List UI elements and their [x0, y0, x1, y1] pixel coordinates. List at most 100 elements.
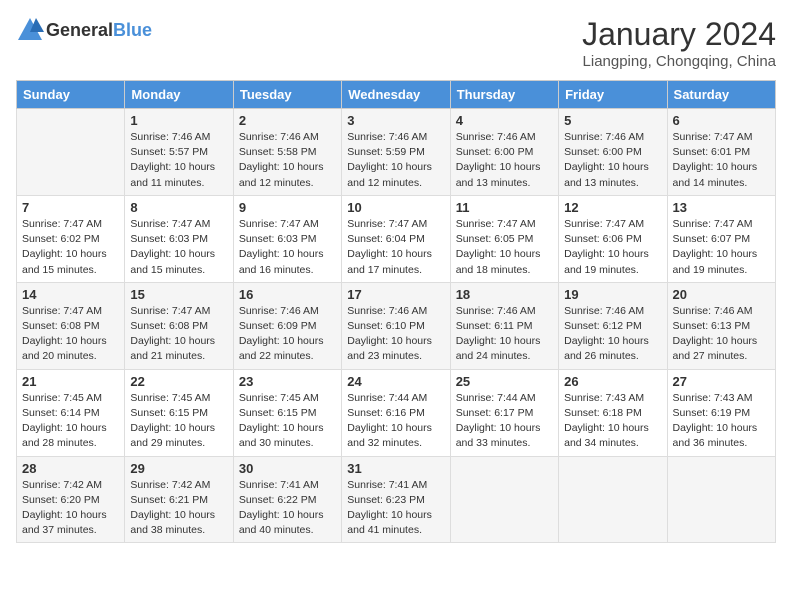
calendar-day-cell: 8 Sunrise: 7:47 AM Sunset: 6:03 PM Daylig…	[125, 195, 233, 282]
day-info: Sunrise: 7:42 AM Sunset: 6:20 PM Dayligh…	[22, 478, 119, 539]
calendar-day-cell: 3 Sunrise: 7:46 AM Sunset: 5:59 PM Daylig…	[342, 109, 450, 196]
day-number: 22	[130, 374, 227, 389]
day-number: 21	[22, 374, 119, 389]
day-number: 17	[347, 287, 444, 302]
calendar-day-cell: 15 Sunrise: 7:47 AM Sunset: 6:08 PM Dayli…	[125, 282, 233, 369]
calendar-day-header: Friday	[559, 81, 667, 109]
day-number: 19	[564, 287, 661, 302]
logo: GeneralBlue	[16, 16, 152, 44]
calendar-day-cell: 24Sunrise: 7:44 AM Sunset: 6:16 PM Dayli…	[342, 369, 450, 456]
calendar-week-row: 1Sunrise: 7:46 AM Sunset: 5:57 PM Daylig…	[17, 109, 776, 196]
day-number: 4	[456, 113, 553, 128]
day-number: 15	[130, 287, 227, 302]
day-number: 11	[456, 200, 553, 215]
calendar-day-header: Thursday	[450, 81, 558, 109]
calendar-day-cell: 16 Sunrise: 7:46 AM Sunset: 6:09 PM Dayli…	[233, 282, 341, 369]
calendar-day-cell: 20 Sunrise: 7:46 AM Sunset: 6:13 PM Dayli…	[667, 282, 775, 369]
day-number: 2	[239, 113, 336, 128]
calendar-day-cell: 7Sunrise: 7:47 AM Sunset: 6:02 PM Daylig…	[17, 195, 125, 282]
calendar-header-row: SundayMondayTuesdayWednesdayThursdayFrid…	[17, 81, 776, 109]
calendar-week-row: 14Sunrise: 7:47 AM Sunset: 6:08 PM Dayli…	[17, 282, 776, 369]
day-number: 25	[456, 374, 553, 389]
day-info: Sunrise: 7:46 AM Sunset: 6:12 PM Dayligh…	[564, 304, 661, 365]
day-info: Sunrise: 7:46 AM Sunset: 6:09 PM Dayligh…	[239, 304, 336, 365]
calendar-day-cell: 13 Sunrise: 7:47 AM Sunset: 6:07 PM Dayli…	[667, 195, 775, 282]
calendar-day-cell: 23Sunrise: 7:45 AM Sunset: 6:15 PM Dayli…	[233, 369, 341, 456]
calendar-day-cell: 28 Sunrise: 7:42 AM Sunset: 6:20 PM Dayli…	[17, 456, 125, 543]
day-info: Sunrise: 7:46 AM Sunset: 6:00 PM Dayligh…	[456, 130, 553, 191]
calendar-day-cell: 27 Sunrise: 7:43 AM Sunset: 6:19 PM Dayli…	[667, 369, 775, 456]
calendar-day-cell	[667, 456, 775, 543]
day-info: Sunrise: 7:47 AM Sunset: 6:07 PM Dayligh…	[673, 217, 770, 278]
day-number: 13	[673, 200, 770, 215]
calendar-day-cell: 19 Sunrise: 7:46 AM Sunset: 6:12 PM Dayli…	[559, 282, 667, 369]
location-title: Liangping, Chongqing, China	[582, 53, 776, 70]
day-number: 8	[130, 200, 227, 215]
calendar-week-row: 28 Sunrise: 7:42 AM Sunset: 6:20 PM Dayli…	[17, 456, 776, 543]
day-number: 9	[239, 200, 336, 215]
calendar-week-row: 21 Sunrise: 7:45 AM Sunset: 6:14 PM Dayli…	[17, 369, 776, 456]
calendar-day-cell	[559, 456, 667, 543]
calendar-day-header: Saturday	[667, 81, 775, 109]
day-info: Sunrise: 7:41 AM Sunset: 6:23 PM Dayligh…	[347, 478, 444, 539]
calendar-day-cell: 18Sunrise: 7:46 AM Sunset: 6:11 PM Dayli…	[450, 282, 558, 369]
day-number: 16	[239, 287, 336, 302]
calendar-day-cell: 10 Sunrise: 7:47 AM Sunset: 6:04 PM Dayli…	[342, 195, 450, 282]
day-info: Sunrise: 7:47 AM Sunset: 6:04 PM Dayligh…	[347, 217, 444, 278]
day-number: 10	[347, 200, 444, 215]
day-number: 30	[239, 461, 336, 476]
calendar-day-cell: 31 Sunrise: 7:41 AM Sunset: 6:23 PM Dayli…	[342, 456, 450, 543]
calendar-week-row: 7Sunrise: 7:47 AM Sunset: 6:02 PM Daylig…	[17, 195, 776, 282]
day-info: Sunrise: 7:45 AM Sunset: 6:15 PM Dayligh…	[130, 391, 227, 452]
calendar-day-cell	[17, 109, 125, 196]
calendar-day-cell: 4 Sunrise: 7:46 AM Sunset: 6:00 PM Daylig…	[450, 109, 558, 196]
day-info: Sunrise: 7:43 AM Sunset: 6:18 PM Dayligh…	[564, 391, 661, 452]
calendar-day-cell: 25 Sunrise: 7:44 AM Sunset: 6:17 PM Dayli…	[450, 369, 558, 456]
day-number: 5	[564, 113, 661, 128]
day-info: Sunrise: 7:44 AM Sunset: 6:17 PM Dayligh…	[456, 391, 553, 452]
month-title: January 2024	[582, 16, 776, 53]
day-info: Sunrise: 7:43 AM Sunset: 6:19 PM Dayligh…	[673, 391, 770, 452]
day-info: Sunrise: 7:47 AM Sunset: 6:02 PM Dayligh…	[22, 217, 119, 278]
calendar-day-cell: 5Sunrise: 7:46 AM Sunset: 6:00 PM Daylig…	[559, 109, 667, 196]
day-info: Sunrise: 7:46 AM Sunset: 5:59 PM Dayligh…	[347, 130, 444, 191]
day-info: Sunrise: 7:45 AM Sunset: 6:14 PM Dayligh…	[22, 391, 119, 452]
day-number: 31	[347, 461, 444, 476]
day-info: Sunrise: 7:46 AM Sunset: 5:57 PM Dayligh…	[130, 130, 227, 191]
day-info: Sunrise: 7:47 AM Sunset: 6:08 PM Dayligh…	[130, 304, 227, 365]
day-info: Sunrise: 7:47 AM Sunset: 6:03 PM Dayligh…	[239, 217, 336, 278]
day-info: Sunrise: 7:41 AM Sunset: 6:22 PM Dayligh…	[239, 478, 336, 539]
calendar-day-cell	[450, 456, 558, 543]
calendar-day-header: Tuesday	[233, 81, 341, 109]
page-header: GeneralBlue January 2024 Liangping, Chon…	[16, 16, 776, 70]
day-info: Sunrise: 7:47 AM Sunset: 6:06 PM Dayligh…	[564, 217, 661, 278]
day-number: 29	[130, 461, 227, 476]
day-info: Sunrise: 7:46 AM Sunset: 6:10 PM Dayligh…	[347, 304, 444, 365]
day-info: Sunrise: 7:46 AM Sunset: 5:58 PM Dayligh…	[239, 130, 336, 191]
calendar-day-cell: 12Sunrise: 7:47 AM Sunset: 6:06 PM Dayli…	[559, 195, 667, 282]
calendar-day-cell: 29Sunrise: 7:42 AM Sunset: 6:21 PM Dayli…	[125, 456, 233, 543]
logo-blue-text: Blue	[113, 20, 152, 40]
day-info: Sunrise: 7:47 AM Sunset: 6:03 PM Dayligh…	[130, 217, 227, 278]
day-number: 27	[673, 374, 770, 389]
calendar-day-cell: 30 Sunrise: 7:41 AM Sunset: 6:22 PM Dayli…	[233, 456, 341, 543]
calendar-day-cell: 26 Sunrise: 7:43 AM Sunset: 6:18 PM Dayli…	[559, 369, 667, 456]
calendar-table: SundayMondayTuesdayWednesdayThursdayFrid…	[16, 80, 776, 543]
calendar-day-cell: 21 Sunrise: 7:45 AM Sunset: 6:14 PM Dayli…	[17, 369, 125, 456]
calendar-day-cell: 11Sunrise: 7:47 AM Sunset: 6:05 PM Dayli…	[450, 195, 558, 282]
calendar-day-cell: 22 Sunrise: 7:45 AM Sunset: 6:15 PM Dayli…	[125, 369, 233, 456]
title-section: January 2024 Liangping, Chongqing, China	[582, 16, 776, 70]
day-number: 20	[673, 287, 770, 302]
calendar-day-cell: 17 Sunrise: 7:46 AM Sunset: 6:10 PM Dayli…	[342, 282, 450, 369]
day-number: 26	[564, 374, 661, 389]
day-number: 3	[347, 113, 444, 128]
day-number: 18	[456, 287, 553, 302]
calendar-day-header: Wednesday	[342, 81, 450, 109]
calendar-day-cell: 2 Sunrise: 7:46 AM Sunset: 5:58 PM Daylig…	[233, 109, 341, 196]
day-number: 24	[347, 374, 444, 389]
calendar-day-cell: 6Sunrise: 7:47 AM Sunset: 6:01 PM Daylig…	[667, 109, 775, 196]
day-number: 28	[22, 461, 119, 476]
day-info: Sunrise: 7:47 AM Sunset: 6:08 PM Dayligh…	[22, 304, 119, 365]
logo-general-text: General	[46, 20, 113, 40]
day-info: Sunrise: 7:46 AM Sunset: 6:13 PM Dayligh…	[673, 304, 770, 365]
